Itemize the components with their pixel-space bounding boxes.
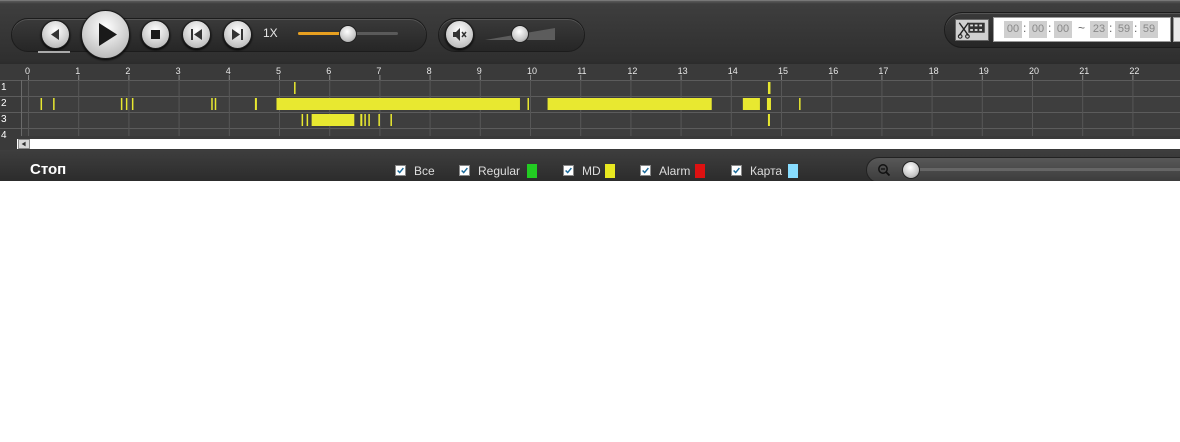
recording-segment[interactable]	[53, 98, 55, 110]
end-second-field[interactable]: 59	[1140, 21, 1158, 38]
checkbox-md[interactable]	[563, 165, 574, 176]
recording-segment[interactable]	[547, 98, 712, 110]
map-color-swatch	[788, 164, 798, 178]
recording-segment[interactable]	[294, 82, 296, 94]
recording-segment[interactable]	[214, 98, 217, 110]
legend-alarm-label: Alarm	[659, 164, 691, 178]
channel-row[interactable]	[22, 128, 1180, 136]
recording-segment[interactable]	[767, 82, 771, 94]
time-range-extra	[1173, 17, 1180, 42]
recording-segment[interactable]	[254, 98, 257, 110]
checkbox-alarm[interactable]	[640, 165, 651, 176]
end-hour-field[interactable]: 23	[1090, 21, 1108, 38]
checkbox-all[interactable]	[395, 165, 406, 176]
legend-all-label: Все	[414, 164, 435, 178]
clip-button[interactable]	[955, 19, 989, 41]
alarm-color-swatch	[695, 164, 705, 178]
reverse-play-icon	[51, 29, 59, 40]
end-minute-field[interactable]: 59	[1115, 21, 1133, 38]
recording-segment[interactable]	[40, 98, 43, 110]
recording-segment[interactable]	[131, 98, 134, 110]
recording-segment[interactable]	[211, 98, 213, 110]
play-button[interactable]	[81, 10, 130, 59]
zoom-out-icon[interactable]	[877, 163, 891, 177]
recording-segment[interactable]	[527, 98, 529, 110]
recording-segment[interactable]	[767, 114, 770, 126]
step-forward-icon	[232, 29, 243, 40]
channel-label: 1	[1, 82, 7, 93]
playback-controls-group	[11, 18, 427, 52]
step-back-icon	[191, 29, 202, 40]
recording-timeline[interactable]: 01234567891011121314151617181920212223 1…	[0, 64, 1180, 150]
speed-label: 1X	[263, 26, 278, 40]
md-color-swatch	[605, 164, 615, 178]
checkbox-map[interactable]	[731, 165, 742, 176]
speaker-mute-icon	[453, 28, 467, 41]
checkmark-icon	[397, 167, 404, 174]
channel-row[interactable]	[22, 112, 1180, 128]
recording-segment[interactable]	[799, 98, 801, 110]
play-icon	[99, 23, 117, 46]
film-scissors-icon	[957, 22, 985, 39]
reverse-play-underline	[38, 51, 70, 53]
stop-button[interactable]	[141, 20, 170, 49]
time-colon: :	[1134, 21, 1138, 35]
recording-segment[interactable]	[378, 114, 380, 126]
legend-map-label: Карта	[750, 164, 783, 178]
channel-label: 3	[1, 114, 7, 125]
stop-icon	[151, 30, 160, 39]
timeline-scrollbar[interactable]	[17, 139, 1180, 149]
checkmark-icon	[642, 167, 649, 174]
zoom-slider-knob[interactable]	[902, 161, 920, 179]
mute-button[interactable]	[445, 20, 474, 49]
prev-frame-button[interactable]	[182, 20, 211, 49]
volume-slider-knob[interactable]	[511, 25, 529, 43]
playback-status: Стоп	[30, 161, 67, 178]
recording-segment[interactable]	[120, 98, 123, 110]
recording-segment[interactable]	[301, 114, 304, 126]
timeline-grid[interactable]	[0, 64, 1180, 136]
playback-panel: 1X 00: 00: 00 ~ 23: 59: 59 0 1 2 3 4…	[0, 0, 1180, 181]
next-frame-button[interactable]	[223, 20, 252, 49]
time-colon: :	[1109, 21, 1113, 35]
time-colon: :	[1048, 21, 1052, 35]
arrow-left-icon	[21, 141, 26, 147]
recording-segment[interactable]	[311, 114, 355, 126]
time-range-input[interactable]: 00 : 00 : 00 ~ 23 : 59 : 59	[993, 17, 1171, 42]
legend-md-label: MD	[582, 164, 601, 178]
recording-segment[interactable]	[742, 98, 760, 110]
recording-segment[interactable]	[390, 114, 392, 126]
playback-toolbar: 1X 00: 00: 00 ~ 23: 59: 59	[0, 0, 1180, 64]
channel-label: 2	[1, 98, 7, 109]
start-hour-field[interactable]: 00	[1004, 21, 1022, 38]
regular-color-swatch	[527, 164, 537, 178]
zoom-slider-group	[866, 157, 1180, 181]
recording-segment[interactable]	[276, 98, 520, 110]
speed-slider-knob[interactable]	[339, 25, 357, 43]
checkmark-icon	[565, 167, 572, 174]
checkmark-icon	[733, 167, 740, 174]
start-minute-field[interactable]: 00	[1029, 21, 1047, 38]
legend-regular-label: Regular	[478, 164, 521, 178]
recording-segment[interactable]	[364, 114, 366, 126]
time-colon: :	[1023, 21, 1027, 35]
recording-segment[interactable]	[125, 98, 128, 110]
reverse-play-button[interactable]	[41, 20, 70, 49]
channel-row[interactable]	[22, 80, 1180, 96]
range-separator: ~	[1078, 21, 1086, 35]
recording-segment[interactable]	[766, 98, 771, 110]
recording-segment[interactable]	[360, 114, 363, 126]
recording-segment[interactable]	[368, 114, 370, 126]
checkmark-icon	[461, 167, 468, 174]
recording-segment[interactable]	[306, 114, 309, 126]
checkbox-regular[interactable]	[459, 165, 470, 176]
scroll-left-button[interactable]	[18, 139, 30, 149]
channel-label: 4	[1, 130, 7, 141]
status-bar: Стоп Все Regular MD Alarm Карта	[0, 150, 1180, 181]
zoom-slider-track[interactable]	[903, 168, 1180, 171]
start-second-field[interactable]: 00	[1054, 21, 1072, 38]
